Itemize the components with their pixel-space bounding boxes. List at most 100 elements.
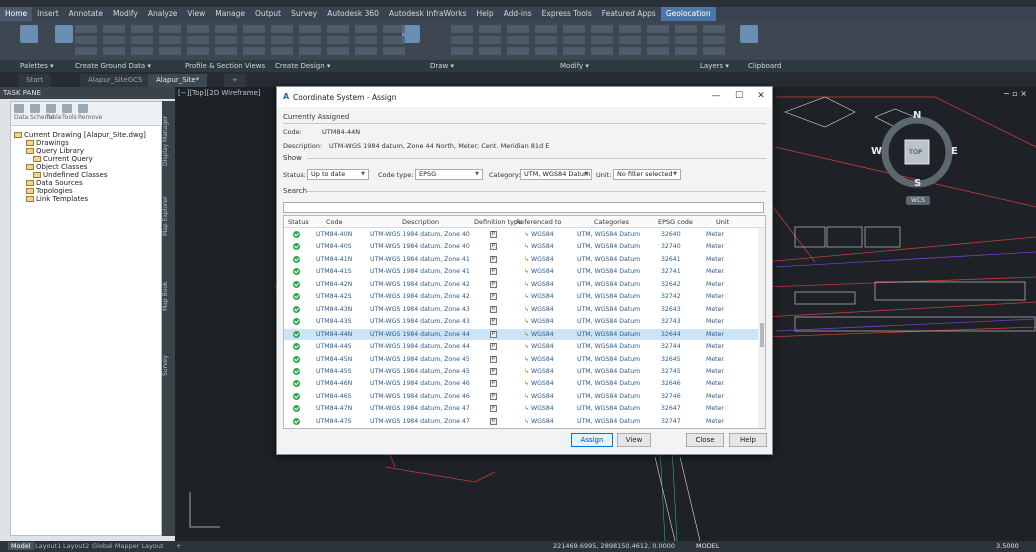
ribbon-tool-button[interactable] xyxy=(327,36,349,44)
ribbon-tab-survey[interactable]: Survey xyxy=(286,7,322,21)
maximize-button[interactable]: ☐ xyxy=(732,91,746,101)
ribbon-tool-button[interactable] xyxy=(355,47,377,55)
annotation-scale[interactable]: 3.5000 xyxy=(996,542,1019,550)
column-header[interactable]: EPSG code xyxy=(658,218,693,226)
ribbon-tab-insert[interactable]: Insert xyxy=(32,7,64,21)
table-row[interactable]: UTM84-40S UTM-WGS 1984 datum, Zone 40... P… xyxy=(284,241,758,253)
ribbon-tool-button[interactable] xyxy=(563,25,585,33)
ribbon-tool-button[interactable] xyxy=(451,25,473,33)
compass-east[interactable]: E xyxy=(951,146,958,157)
ribbon-panel-label[interactable]: Profile & Section Views xyxy=(185,62,265,70)
column-header[interactable]: Categories xyxy=(594,218,629,226)
table-row[interactable]: UTM84-44S UTM-WGS 1984 datum, Zone 44... P… xyxy=(284,341,758,353)
ribbon-tab-express-tools[interactable]: Express Tools xyxy=(537,7,597,21)
ribbon-tool-button[interactable] xyxy=(535,25,557,33)
ribbon-tool-button[interactable] xyxy=(507,25,529,33)
ribbon-tab-home[interactable]: Home xyxy=(0,7,33,21)
ribbon-tool-button[interactable] xyxy=(451,47,473,55)
table-row[interactable]: UTM84-46N UTM-WGS 1984 datum, Zone 46... P… xyxy=(284,378,758,390)
side-tab[interactable]: Map Explorer xyxy=(162,186,175,246)
ribbon-tool-button[interactable] xyxy=(647,36,669,44)
tree-item[interactable]: Link Templates xyxy=(26,195,88,203)
document-tab[interactable]: Start xyxy=(18,74,52,87)
ribbon-tool-button[interactable] xyxy=(243,25,265,33)
ribbon-tab-modify[interactable]: Modify xyxy=(108,7,143,21)
ribbon-tool-button[interactable] xyxy=(215,25,237,33)
table-row[interactable]: UTM84-44N UTM-WGS 1984 datum, Zone 44... P… xyxy=(284,328,758,341)
ribbon-tool-button[interactable] xyxy=(507,36,529,44)
ribbon-tool-button[interactable] xyxy=(703,47,725,55)
ribbon-tab-add-ins[interactable]: Add-ins xyxy=(499,7,537,21)
ribbon-tool-button[interactable] xyxy=(451,36,473,44)
layout-tab[interactable]: Layout2 xyxy=(63,542,89,550)
minimize-button[interactable]: — xyxy=(709,91,723,101)
wcs-menu[interactable]: WCS xyxy=(906,196,930,205)
ribbon-panel-label[interactable]: Create Design ▾ xyxy=(275,62,330,70)
ribbon-tab-geolocation[interactable]: Geolocation xyxy=(660,7,716,21)
remove-tool-icon[interactable] xyxy=(78,104,88,113)
ribbon-tool-button[interactable] xyxy=(591,47,613,55)
ribbon-tab-annotate[interactable]: Annotate xyxy=(64,7,108,21)
ribbon-tab-manage[interactable]: Manage xyxy=(210,7,250,21)
layout-tab[interactable]: Model xyxy=(8,542,34,550)
ribbon-tool-button[interactable] xyxy=(187,47,209,55)
layout-tab[interactable]: Layout1 xyxy=(35,542,61,550)
help-button[interactable]: Help xyxy=(729,433,767,447)
unit-dropdown[interactable]: No filter selected ▼ xyxy=(613,169,681,180)
ribbon-tool-button[interactable] xyxy=(243,36,265,44)
ribbon-tool-button[interactable] xyxy=(187,36,209,44)
ribbon-tool-button[interactable] xyxy=(243,47,265,55)
ribbon-tool-button[interactable] xyxy=(159,36,181,44)
ribbon-tool-button[interactable] xyxy=(271,25,293,33)
category-dropdown[interactable]: UTM, WGS84 Datum ▼ xyxy=(520,169,592,180)
ribbon-tab-featured-apps[interactable]: Featured Apps xyxy=(597,7,661,21)
ribbon-tool-button[interactable] xyxy=(103,36,125,44)
ribbon-tool-button[interactable] xyxy=(103,47,125,55)
ribbon-tab-view[interactable]: View xyxy=(182,7,210,21)
scrollbar-thumb[interactable] xyxy=(760,323,764,347)
schema-tool-icon[interactable] xyxy=(30,104,40,113)
ribbon-tool-button[interactable] xyxy=(675,36,697,44)
remove-tool-label[interactable]: Remove xyxy=(78,114,102,121)
tools-tool-icon[interactable] xyxy=(62,104,72,113)
ribbon-tab-autodesk-infraworks[interactable]: Autodesk InfraWorks xyxy=(384,7,472,21)
ribbon-tool-button[interactable] xyxy=(647,47,669,55)
ribbon-tool-button[interactable] xyxy=(327,25,349,33)
table-row[interactable]: UTM84-47S UTM-WGS 1984 datum, Zone 47... P… xyxy=(284,416,758,428)
layout-tab[interactable]: + xyxy=(176,542,181,550)
ribbon-tool-button[interactable] xyxy=(383,25,405,33)
ribbon-tool-button[interactable] xyxy=(507,47,529,55)
side-tab[interactable]: Display Manager xyxy=(162,111,175,171)
layout-tab[interactable]: Global Mapper Layout xyxy=(92,542,163,550)
table-row[interactable]: UTM84-46S UTM-WGS 1984 datum, Zone 46... P… xyxy=(284,391,758,403)
ribbon-tool-button[interactable] xyxy=(619,25,641,33)
ribbon-panel-label[interactable]: Palettes ▾ xyxy=(20,62,54,70)
status-filter-dropdown[interactable]: Up to date ▼ xyxy=(307,169,369,180)
ribbon-large-tool-icon[interactable] xyxy=(740,25,758,43)
viewcube[interactable]: N S E W TOP xyxy=(871,108,961,196)
ribbon-panel-label[interactable]: Clipboard xyxy=(748,62,781,70)
table-tool-icon[interactable] xyxy=(46,104,56,113)
ribbon-tool-button[interactable] xyxy=(299,25,321,33)
close-button[interactable]: Close xyxy=(686,433,724,447)
ribbon-tool-button[interactable] xyxy=(383,36,405,44)
ribbon-tool-button[interactable] xyxy=(591,25,613,33)
table-row[interactable]: UTM84-45N UTM-WGS 1984 datum, Zone 45... P… xyxy=(284,354,758,366)
column-header[interactable]: Unit xyxy=(716,218,729,226)
data-tool-label[interactable]: Data xyxy=(14,114,28,121)
ribbon-tool-button[interactable] xyxy=(675,25,697,33)
ribbon-panel-label[interactable]: Create Ground Data ▾ xyxy=(75,62,151,70)
ribbon-tool-button[interactable] xyxy=(327,47,349,55)
ribbon-tab-output[interactable]: Output xyxy=(250,7,286,21)
table-row[interactable]: UTM84-42S UTM-WGS 1984 datum, Zone 42... P… xyxy=(284,291,758,303)
ribbon-tool-button[interactable] xyxy=(215,36,237,44)
tree-item[interactable]: Drawings xyxy=(26,139,69,147)
ribbon-tool-button[interactable] xyxy=(619,47,641,55)
table-row[interactable]: UTM84-43N UTM-WGS 1984 datum, Zone 43... P… xyxy=(284,304,758,316)
column-header[interactable]: Code xyxy=(326,218,343,226)
side-tab[interactable]: Map Book xyxy=(162,266,175,326)
ribbon-tool-button[interactable] xyxy=(591,36,613,44)
view-button[interactable]: View xyxy=(617,433,651,447)
ribbon-panel-label[interactable]: Modify ▾ xyxy=(560,62,589,70)
ribbon-tool-button[interactable] xyxy=(271,47,293,55)
